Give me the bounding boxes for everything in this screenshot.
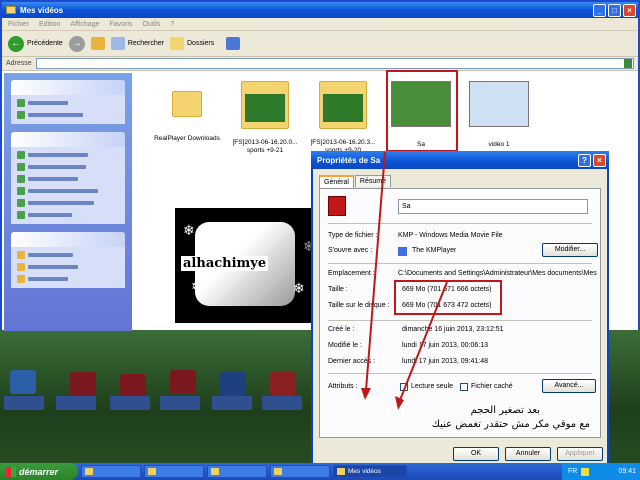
windows-logo-icon	[6, 466, 16, 477]
taskbar-button[interactable]	[207, 465, 267, 478]
folder-icon	[337, 468, 345, 475]
active-task-label: Mes vidéos	[348, 468, 381, 475]
start-button[interactable]: démarrer	[0, 463, 78, 480]
taskbar-button-active[interactable]: Mes vidéos	[333, 465, 407, 478]
arrow-line	[365, 151, 386, 391]
language-indicator[interactable]: FR	[568, 468, 577, 475]
taskbar-button[interactable]	[270, 465, 330, 478]
arrowhead	[361, 388, 371, 400]
start-label: démarrer	[19, 466, 59, 477]
taskbar-button[interactable]	[81, 465, 141, 478]
system-tray: FR 09:41	[562, 463, 640, 480]
taskbar-button[interactable]	[144, 465, 204, 478]
arrowhead	[395, 396, 404, 410]
arrow-line	[399, 281, 448, 401]
taskbar: démarrer Mes vidéos FR 09:41	[0, 463, 640, 480]
annotation-arrows	[361, 151, 448, 410]
clock: 09:41	[618, 468, 636, 475]
tray-icon[interactable]	[581, 467, 590, 476]
